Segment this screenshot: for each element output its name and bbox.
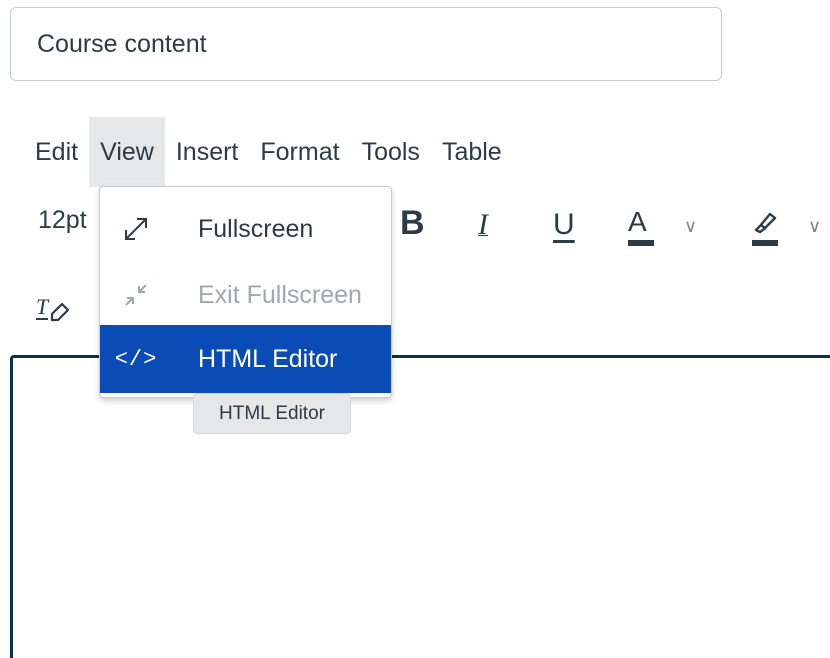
clear-formatting-glyph: T [36, 294, 50, 319]
collapse-icon [100, 277, 172, 313]
menu-item-exit-fullscreen: Exit Fullscreen [100, 261, 391, 329]
menu-item-label: Exit Fullscreen [198, 280, 362, 309]
expand-icon [100, 211, 172, 247]
view-menu-dropdown: Fullscreen Exit Fullscreen </> HTML Edit… [99, 186, 392, 398]
menu-format[interactable]: Format [249, 117, 350, 187]
rich-content-editor-page: Edit View Insert Format Tools Table 12pt… [0, 0, 830, 658]
title-input[interactable] [10, 7, 722, 81]
font-color-swatch [628, 240, 654, 246]
menu-item-label: Fullscreen [198, 214, 314, 243]
menu-edit[interactable]: Edit [24, 117, 89, 187]
editor-content-area[interactable] [10, 355, 830, 658]
menu-table[interactable]: Table [431, 117, 513, 187]
menu-item-label: HTML Editor [198, 344, 338, 373]
menu-view[interactable]: View [89, 117, 165, 187]
highlight-color-swatch [752, 240, 778, 246]
font-size-select[interactable]: 12pt [38, 206, 87, 235]
menu-item-fullscreen[interactable]: Fullscreen [100, 195, 391, 263]
clear-formatting-button[interactable]: T [34, 292, 74, 329]
bold-button[interactable]: B [400, 204, 425, 243]
highlighter-icon [754, 212, 777, 234]
menu-item-html-editor[interactable]: </> HTML Editor [100, 325, 391, 393]
highlight-color-chevron-icon[interactable]: ∨ [808, 216, 821, 237]
font-color-button[interactable]: A [628, 206, 647, 238]
underline-button[interactable]: U [553, 208, 575, 242]
font-color-chevron-icon[interactable]: ∨ [684, 216, 697, 237]
menu-tools[interactable]: Tools [351, 117, 431, 187]
menu-insert[interactable]: Insert [165, 117, 250, 187]
italic-button[interactable]: I [478, 208, 488, 242]
html-editor-tooltip: HTML Editor [193, 393, 351, 434]
code-icon: </> [114, 346, 158, 372]
highlight-color-button[interactable] [750, 208, 780, 243]
clear-formatting-icon: T [36, 294, 70, 322]
editor-menubar: Edit View Insert Format Tools Table [24, 117, 513, 187]
